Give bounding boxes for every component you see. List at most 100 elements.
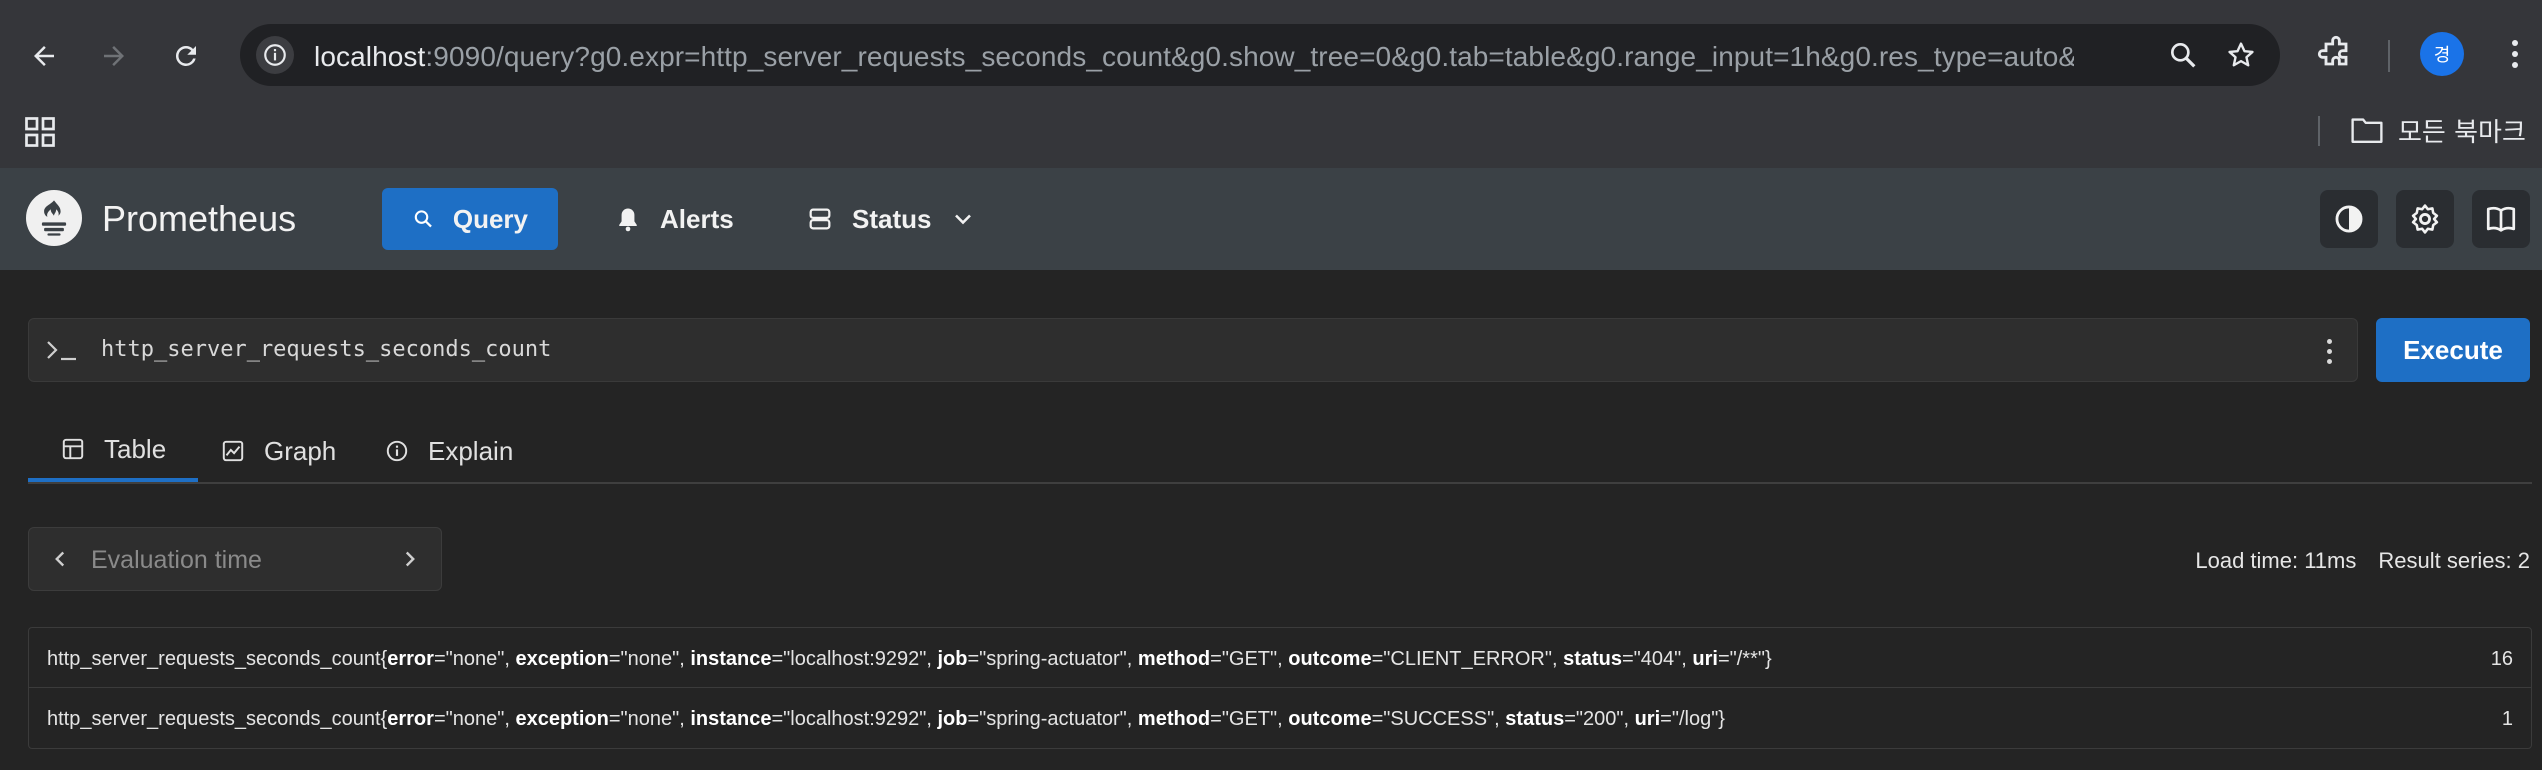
label-value: "/log"	[1671, 708, 1719, 730]
label-value: "GET"	[1221, 648, 1278, 670]
label-key: uri	[1692, 648, 1718, 670]
metric-name: http_server_requests_seconds_count	[47, 648, 381, 670]
label-value: "CLIENT_ERROR"	[1383, 648, 1552, 670]
table-row: http_server_requests_seconds_count{error…	[29, 628, 2531, 688]
expression-text[interactable]: http_server_requests_seconds_count	[101, 337, 551, 362]
arrow-left-icon	[34, 46, 54, 66]
app-header: Prometheus Query Alerts Status	[0, 168, 2542, 270]
label-value: "localhost:9292"	[783, 648, 927, 670]
table-icon	[62, 438, 84, 460]
nav-status[interactable]: Status	[776, 188, 1007, 250]
label-key: exception	[515, 648, 609, 670]
chevron-right-icon[interactable]	[397, 546, 423, 572]
label-key: instance	[690, 648, 772, 670]
back-button[interactable]	[26, 38, 62, 74]
evaluation-time-picker: Evaluation time	[28, 527, 442, 591]
prometheus-logo-icon[interactable]	[26, 190, 82, 246]
label-key: outcome	[1288, 648, 1372, 670]
site-info-icon[interactable]	[256, 36, 294, 74]
browser-chrome: localhost:9090/query?g0.expr=http_server…	[0, 0, 2542, 104]
label-key: outcome	[1288, 708, 1372, 730]
label-key: job	[937, 708, 968, 730]
nav-query-label: Query	[452, 203, 528, 234]
profile-avatar[interactable]: 경	[2420, 32, 2464, 76]
label-key: error	[387, 648, 434, 670]
sample-value: 16	[2490, 648, 2513, 670]
contrast-icon	[2335, 205, 2363, 233]
nav-query[interactable]: Query	[382, 188, 558, 250]
panel-tabs: Table Graph Explain	[28, 420, 2532, 484]
evaluation-time-input[interactable]: Evaluation time	[91, 546, 262, 575]
label-key: method	[1137, 648, 1211, 670]
server-icon	[809, 208, 831, 230]
label-key: uri	[1634, 708, 1661, 730]
all-bookmarks-label: 모든 북마크	[2398, 117, 2526, 148]
label-key: exception	[515, 708, 609, 730]
extensions-icon[interactable]	[2316, 34, 2356, 74]
all-bookmarks-button[interactable]: 모든 북마크	[2350, 110, 2526, 150]
terminal-prompt-icon	[47, 341, 76, 361]
app-title[interactable]: Prometheus	[102, 198, 296, 240]
browser-toolbar: localhost:9090/query?g0.expr=http_server…	[0, 12, 2542, 96]
label-value: "none"	[620, 708, 680, 730]
table-row: http_server_requests_seconds_count{error…	[29, 688, 2531, 748]
tab-graph-label: Graph	[264, 435, 337, 466]
metric-name: http_server_requests_seconds_count	[47, 708, 381, 730]
book-icon	[2486, 206, 2516, 232]
result-series-count: Result series: 2	[2378, 548, 2530, 573]
reload-button[interactable]	[168, 38, 204, 74]
label-key: error	[387, 708, 434, 730]
gear-icon	[2411, 204, 2439, 234]
documentation-button[interactable]	[2472, 190, 2530, 248]
nav-alerts[interactable]: Alerts	[584, 188, 764, 250]
expression-input[interactable]: http_server_requests_seconds_count	[28, 318, 2358, 382]
label-key: method	[1137, 708, 1211, 730]
reload-icon	[175, 45, 196, 66]
series-label: http_server_requests_seconds_count{error…	[47, 708, 1725, 730]
query-stats: Load time: 11ms Result series: 2	[2195, 548, 2530, 574]
label-value: "spring-actuator"	[979, 708, 1127, 730]
nav-status-label: Status	[852, 203, 932, 234]
apps-grid-icon[interactable]	[22, 114, 58, 150]
chevron-down-icon	[955, 214, 972, 225]
bookmarks-divider	[2318, 116, 2320, 146]
label-value: "spring-actuator"	[979, 648, 1127, 670]
execute-button[interactable]: Execute	[2376, 318, 2530, 382]
bookmarks-bar: 모든 북마크	[0, 104, 2542, 168]
sample-value: 1	[2501, 708, 2513, 730]
url-text[interactable]: localhost:9090/query?g0.expr=http_server…	[314, 41, 2074, 73]
settings-button[interactable]	[2396, 190, 2454, 248]
address-bar[interactable]: localhost:9090/query?g0.expr=http_server…	[240, 24, 2280, 86]
folder-icon	[2351, 118, 2383, 143]
toolbar-divider	[2388, 40, 2390, 72]
chart-icon	[222, 440, 244, 462]
tab-explain[interactable]: Explain	[352, 420, 545, 482]
label-key: instance	[690, 708, 772, 730]
chevron-left-icon[interactable]	[47, 546, 73, 572]
label-value: "404"	[1633, 648, 1682, 670]
zoom-search-icon[interactable]	[2166, 38, 2200, 72]
label-value: "none"	[620, 648, 680, 670]
forward-button[interactable]	[96, 38, 132, 74]
arrow-right-icon	[104, 46, 124, 66]
results-table: http_server_requests_seconds_count{error…	[28, 627, 2532, 749]
label-value: "none"	[445, 648, 505, 670]
label-value: "200"	[1575, 708, 1624, 730]
search-icon	[414, 210, 432, 228]
bookmark-star-icon[interactable]	[2224, 38, 2258, 72]
theme-toggle-button[interactable]	[2320, 190, 2378, 248]
label-key: status	[1505, 708, 1565, 730]
label-key: status	[1563, 648, 1622, 670]
label-value: "localhost:9292"	[783, 708, 927, 730]
tab-graph[interactable]: Graph	[188, 420, 368, 482]
browser-menu-icon[interactable]	[2500, 34, 2530, 74]
series-label: http_server_requests_seconds_count{error…	[47, 648, 1772, 670]
label-value: "/**"	[1729, 648, 1765, 670]
label-value: "none"	[445, 708, 505, 730]
label-value: "SUCCESS"	[1383, 708, 1495, 730]
nav-alerts-label: Alerts	[660, 203, 734, 234]
tab-explain-label: Explain	[428, 435, 514, 466]
tab-table[interactable]: Table	[28, 420, 199, 482]
expression-menu-icon[interactable]	[2319, 335, 2339, 367]
label-key: job	[937, 648, 968, 670]
